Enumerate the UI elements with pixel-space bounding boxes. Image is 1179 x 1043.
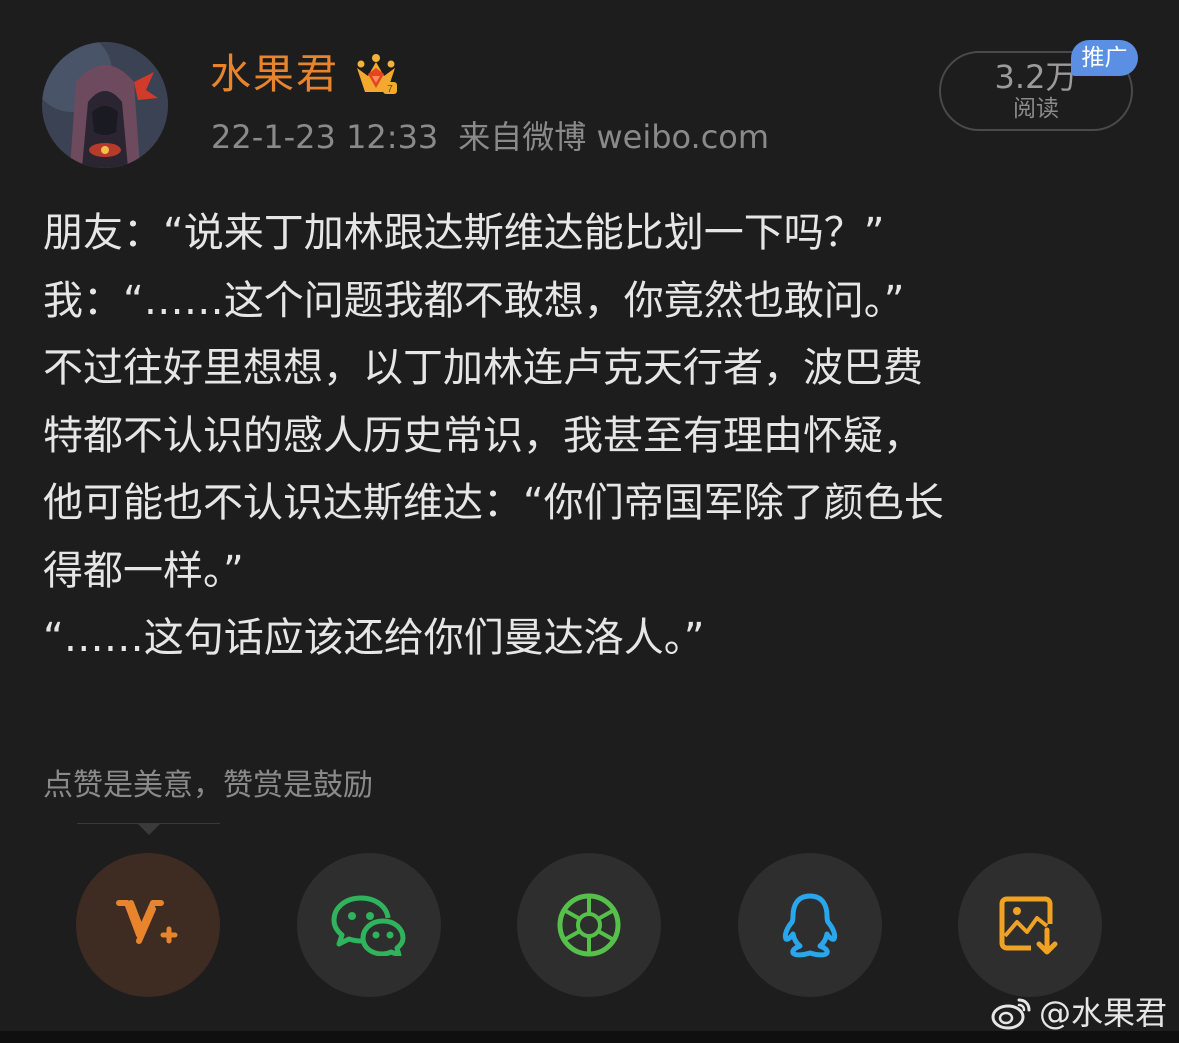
post-line: 朋友：“说来丁加林跟达斯维达能比划一下吗？” [43,210,885,256]
watermark-text: @水果君 [1038,994,1167,1032]
qq-penguin-icon [782,893,838,958]
post-line: “……这句话应该还给你们曼达洛人。” [43,615,705,661]
reward-prompt: 点赞是美意，赞赏是鼓励 [43,768,373,803]
reward-button[interactable] [76,853,220,997]
moments-aperture-icon [557,893,621,957]
avatar-image [42,42,168,168]
post-line: 特都不认识的感人历史常识，我甚至有理由怀疑， [43,412,923,459]
author-name[interactable]: 水果君 [210,48,339,100]
post-line: 我：“……这个问题我都不敢想，你竟然也敢问。” [43,277,905,324]
svg-text:7: 7 [387,84,393,95]
weibo-post-screen: 水果君 7 22-1-23 12:33 来自微博 weibo.com 3.2万 阅… [0,0,1179,1043]
wechat-icon [331,895,406,956]
divider-pointer [137,823,161,835]
bottom-strip [0,1031,1179,1043]
post-meta: 22-1-23 12:33 来自微博 weibo.com [211,116,769,158]
save-image-button[interactable] [958,853,1102,997]
weibo-logo-icon [991,998,1031,1030]
promo-badge[interactable]: 推广 [1071,40,1138,76]
v-plus-icon [116,900,178,944]
post-source[interactable]: 来自微博 weibo.com [458,118,769,156]
post-line: 得都一样。” [43,547,244,594]
qq-share-button[interactable] [738,853,882,997]
moments-share-button[interactable] [517,853,661,997]
image-download-icon [999,896,1058,955]
wechat-share-button[interactable] [297,853,441,997]
crown-vip-icon[interactable]: 7 [353,52,399,96]
read-label: 阅读 [1013,96,1059,122]
post-line: 他可能也不认识达斯维达：“你们帝国军除了颜色长 [43,480,944,526]
weibo-watermark: @水果君 [991,993,1167,1033]
post-date: 22-1-23 12:33 [211,118,439,156]
post-text: 朋友：“说来丁加林跟达斯维达能比划一下吗？” 我：“……这个问题我都不敢想，你竟… [43,200,1143,673]
author-avatar[interactable] [42,42,168,168]
post-line: 不过往好里想想，以丁加林连卢克天行者，波巴费 [43,345,923,391]
